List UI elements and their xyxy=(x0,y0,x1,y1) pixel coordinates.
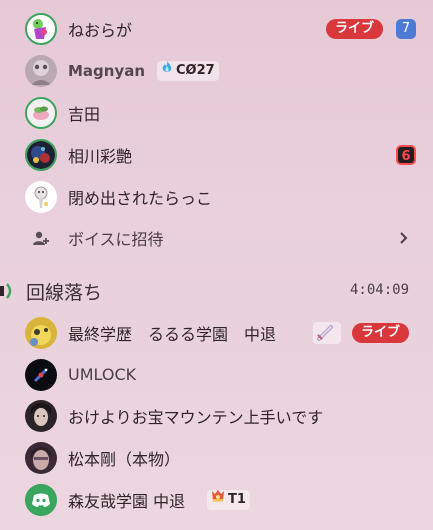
avatar xyxy=(25,483,57,516)
member-name: Magnyan xyxy=(68,61,146,80)
flame-icon xyxy=(160,60,174,81)
avatar xyxy=(25,54,57,87)
member-name: UMLOCK xyxy=(68,365,137,384)
voice-channel-list: ねおらが ライブ 7 Magnyan CØ27 吉田 相川彩艶 6 閉め出された… xyxy=(0,0,433,530)
chevron-right-icon xyxy=(399,230,409,249)
number-badge-label: 6 xyxy=(401,148,411,164)
invite-label: ボイスに招待 xyxy=(68,229,164,249)
avatar xyxy=(25,358,57,391)
clan-tag-label: T1 xyxy=(228,491,246,507)
voice-member-row[interactable]: Magnyan CØ27 xyxy=(0,50,433,91)
avatar xyxy=(25,138,57,171)
clan-tag: T1 xyxy=(207,488,250,511)
avatar xyxy=(25,96,57,129)
speaker-icon xyxy=(0,280,16,306)
avatar xyxy=(25,12,57,45)
member-name: 松本剛（本物） xyxy=(68,449,181,469)
live-badge: ライブ xyxy=(326,18,384,39)
member-name: ねおらが xyxy=(68,20,133,40)
voice-member-row[interactable]: 松本剛（本物） xyxy=(0,437,433,478)
count-badge: 7 xyxy=(396,18,416,39)
voice-member-row[interactable]: UMLOCK xyxy=(0,354,433,395)
voice-member-row[interactable]: 相川彩艶 6 xyxy=(0,134,433,175)
voice-member-row[interactable]: 閉め出されたらっこ xyxy=(0,176,433,217)
voice-member-row[interactable]: おけよりお宝マウンテン上手いです xyxy=(0,395,433,436)
voice-member-row[interactable]: 吉田 xyxy=(0,92,433,133)
live-badge: ライブ xyxy=(352,322,410,343)
avatar xyxy=(25,441,57,474)
voice-channel-header[interactable]: 回線落ち 4:04:09 xyxy=(0,272,433,308)
voice-member-row[interactable]: ねおらが ライブ 7 xyxy=(0,8,433,49)
avatar xyxy=(25,316,57,349)
avatar xyxy=(25,399,57,432)
member-name: 閉め出されたらっこ xyxy=(68,188,213,208)
clan-tag: CØ27 xyxy=(157,60,219,81)
clan-tag-label: CØ27 xyxy=(176,62,215,78)
member-name: 相川彩艶 xyxy=(68,146,133,166)
discord-icon xyxy=(25,483,57,516)
avatar xyxy=(25,180,57,213)
voice-channel-name: 回線落ち xyxy=(26,282,103,304)
member-name: 吉田 xyxy=(68,104,101,124)
voice-timer: 4:04:09 xyxy=(350,282,410,298)
member-name: おけよりお宝マウンテン上手いです xyxy=(68,407,324,427)
member-name: 最終学歴 るるる学園 中退 xyxy=(68,324,277,344)
member-name: 森友哉学園 中退 xyxy=(68,491,186,511)
voice-member-row[interactable]: 森友哉学園 中退 T1 xyxy=(0,479,433,520)
sword-icon xyxy=(313,322,341,344)
invite-to-voice-button[interactable]: ボイスに招待 xyxy=(0,217,433,258)
number-badge: 6 xyxy=(396,144,416,165)
voice-member-row[interactable]: 最終学歴 るるる学園 中退 ライブ xyxy=(0,312,433,353)
add-user-icon xyxy=(32,229,50,251)
crest-icon xyxy=(210,488,226,511)
